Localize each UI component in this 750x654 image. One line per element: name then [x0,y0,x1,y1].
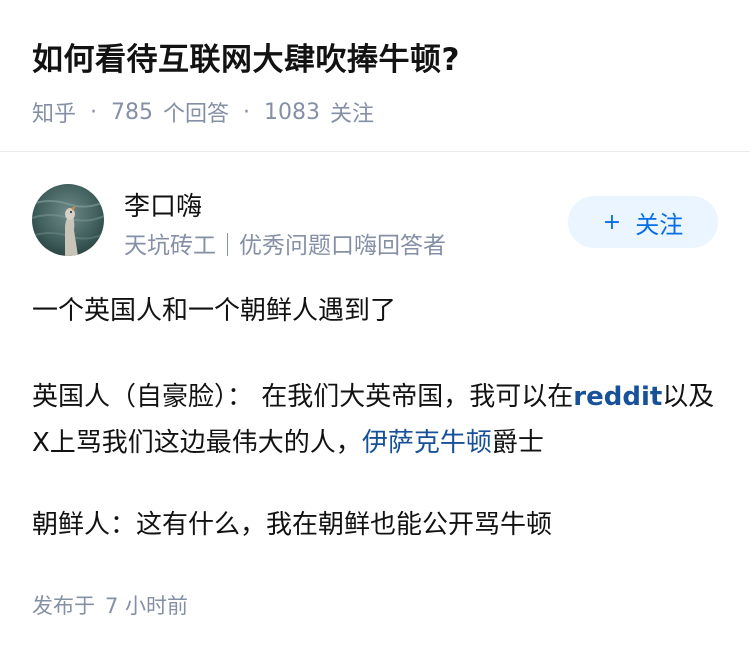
source-label[interactable]: 知乎 [32,96,76,128]
meta-separator: · [243,99,251,125]
goose-avatar-icon [32,184,104,256]
author-bio: 天坑砖工｜优秀问题口嗨回答者 [124,233,446,259]
answer-text: 爵士 [491,428,544,458]
follow-button-label: 关注 [635,210,684,239]
answer-content: 一个英国人和一个朝鲜人遇到了 英国人（自豪脸）： 在我们大英帝国，我可以在red… [32,288,722,584]
publish-label: 发布于 [32,594,95,618]
follower-count: 1083 [264,99,321,125]
answer-paragraph-1: 一个英国人和一个朝鲜人遇到了 [32,296,397,326]
reddit-link[interactable]: reddit [573,382,662,412]
follow-button[interactable]: + 关注 [568,196,718,248]
answer-paragraph-3: 朝鲜人：这有什么，我在朝鲜也能公开骂牛顿 [32,510,553,540]
publish-info: 发布于 7 小时前 [32,590,188,620]
follower-count-label: 关注 [330,102,375,127]
question-header: 如何看待互联网大肆吹捧牛顿? 知乎 · 785 个回答 · 1083 关注 [0,0,750,152]
meta-separator: · [90,99,98,125]
answer-text: 英国人（自豪脸）： 在我们大英帝国，我可以在 [32,382,574,412]
avatar[interactable] [32,184,104,256]
plus-icon: + [602,209,622,235]
answer-count-label: 个回答 [163,102,230,127]
publish-time: 7 小时前 [105,594,189,618]
question-title[interactable]: 如何看待互联网大肆吹捧牛顿? [32,34,460,79]
author-card: 李口嗨 天坑砖工｜优秀问题口嗨回答者 + 关注 [32,184,718,260]
newton-link[interactable]: 伊萨克牛顿 [362,428,492,458]
author-name[interactable]: 李口嗨 [124,186,202,223]
answer-count: 785 [111,99,154,125]
answer-paragraph-2: 英国人（自豪脸）： 在我们大英帝国，我可以在reddit以及X上骂我们这边最伟大… [32,374,722,466]
question-meta: 知乎 · 785 个回答 · 1083 关注 [32,96,374,128]
